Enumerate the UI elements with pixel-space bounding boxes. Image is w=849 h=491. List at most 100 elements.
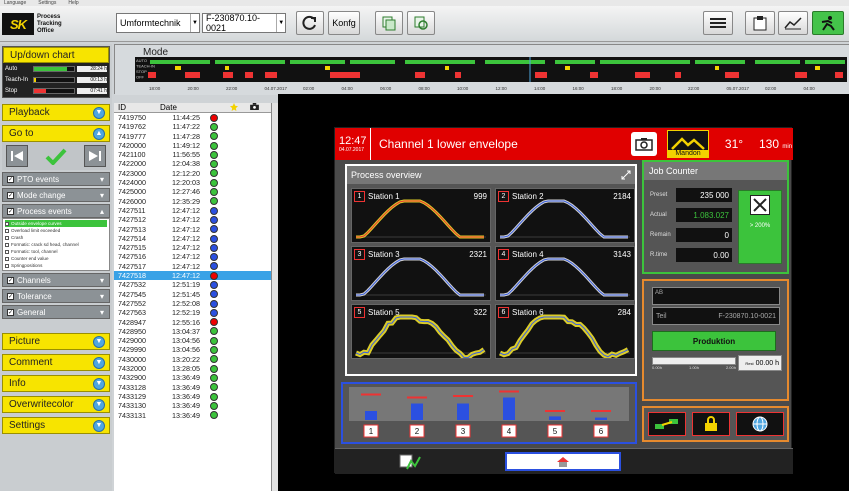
- station-chart[interactable]: 6 Station 6 284: [495, 304, 635, 359]
- table-row[interactable]: 7422000 12:04:38: [114, 159, 271, 168]
- checkbox[interactable]: [5, 229, 9, 233]
- table-row[interactable]: 7419750 11:44:25: [114, 113, 271, 122]
- export-button[interactable]: [407, 11, 435, 35]
- checkbox[interactable]: ✓: [7, 208, 14, 215]
- home-button[interactable]: [505, 452, 621, 471]
- machine-select[interactable]: Umformtechnik ▼: [116, 13, 200, 33]
- network-button[interactable]: [736, 412, 784, 436]
- table-row[interactable]: 7433129 13:36:49: [114, 392, 271, 401]
- table-row[interactable]: 7427545 12:51:45: [114, 290, 271, 299]
- process-event-item[interactable]: Counter end value: [5, 255, 107, 262]
- table-row[interactable]: 7419762 11:47:22: [114, 122, 271, 131]
- table-row[interactable]: 7433130 13:36:49: [114, 401, 271, 410]
- status-dot: [210, 411, 218, 419]
- table-row[interactable]: 7433128 13:36:49: [114, 383, 271, 392]
- process-event-item[interactable]: Formatic: crack sd head, channel: [5, 241, 107, 248]
- table-row[interactable]: 7427517 12:47:12: [114, 262, 271, 271]
- table-row[interactable]: 7429990 13:04:56: [114, 345, 271, 354]
- process-event-item[interactable]: Overload limit exceeded: [5, 227, 107, 234]
- operator-button[interactable]: [812, 11, 844, 35]
- panel-picture-button[interactable]: Picture ▼: [2, 333, 110, 350]
- column-header-id[interactable]: ID: [114, 103, 160, 112]
- checkbox[interactable]: [5, 250, 9, 254]
- table-row[interactable]: 7428947 12:55:16: [114, 318, 271, 327]
- table-row[interactable]: 7427511 12:47:12: [114, 206, 271, 215]
- filter-group[interactable]: ✓ Mode change ▾: [2, 188, 110, 202]
- table-row[interactable]: 7423000 12:12:20: [114, 169, 271, 178]
- config-button[interactable]: Konfg: [328, 11, 360, 35]
- checkbox[interactable]: [5, 264, 9, 268]
- next-button[interactable]: [84, 145, 106, 167]
- playback-button[interactable]: Playback ▼: [2, 104, 110, 121]
- table-row[interactable]: 7427552 12:52:08: [114, 299, 271, 308]
- production-button[interactable]: Produktion: [652, 331, 776, 351]
- table-row[interactable]: 7419777 11:47:28: [114, 132, 271, 141]
- table-row[interactable]: 7432900 13:36:49: [114, 373, 271, 382]
- station-chart[interactable]: 4 Station 4 3143: [495, 246, 635, 301]
- process-event-item[interactable]: Outside envelope curves: [5, 220, 107, 227]
- filter-group[interactable]: ✓ Process events ▴: [2, 204, 110, 218]
- copy-button[interactable]: [375, 11, 403, 35]
- process-event-item[interactable]: Formatic: tool, channel: [5, 248, 107, 255]
- filter-group[interactable]: ✓ General ▾: [2, 305, 110, 319]
- updown-chart-button[interactable]: Up/down chart: [3, 47, 109, 63]
- checkbox[interactable]: ✓: [7, 293, 14, 300]
- panel-overwritecolor-button[interactable]: Overwritecolor ▼: [2, 396, 110, 413]
- checkbox[interactable]: ✓: [7, 309, 14, 316]
- goto-button[interactable]: Go to ▲: [2, 125, 110, 142]
- camera-button[interactable]: [631, 132, 657, 156]
- table-row[interactable]: 7429000 13:04:56: [114, 336, 271, 345]
- lock-button[interactable]: [692, 412, 730, 436]
- table-row[interactable]: 7421100 11:56:55: [114, 150, 271, 159]
- table-row[interactable]: 7420000 11:49:12: [114, 141, 271, 150]
- panel-info-button[interactable]: Info ▼: [2, 375, 110, 392]
- part-select[interactable]: F-230870.10-0021 ▼: [202, 13, 286, 33]
- checkbox[interactable]: [5, 243, 9, 247]
- table-row[interactable]: 7427512 12:47:12: [114, 215, 271, 224]
- checkmark-icon[interactable]: [45, 147, 67, 165]
- expand-icon[interactable]: [621, 170, 631, 180]
- station-chart[interactable]: 2 Station 2 2184: [495, 188, 635, 243]
- station-chart[interactable]: 5 Station 5 322: [351, 304, 491, 359]
- station-chart[interactable]: 1 Station 1 999: [351, 188, 491, 243]
- panel-comment-button[interactable]: Comment ▼: [2, 354, 110, 371]
- checkbox[interactable]: [5, 236, 9, 240]
- process-event-item[interactable]: Crash: [5, 234, 107, 241]
- filter-group[interactable]: ✓ Tolerance ▾: [2, 289, 110, 303]
- filter-group[interactable]: ✓ PTO events ▾: [2, 172, 110, 186]
- checkbox[interactable]: ✓: [7, 192, 14, 199]
- previous-button[interactable]: [6, 145, 28, 167]
- mode-timeline[interactable]: ModeAUTOTEACH-INSTOPOFF 18:00 20:00 22:00 04…: [115, 45, 849, 95]
- checkbox[interactable]: ✓: [7, 176, 14, 183]
- table-row[interactable]: 7432000 13:28:05: [114, 364, 271, 373]
- table-row[interactable]: 7430000 13:20:22: [114, 355, 271, 364]
- table-row[interactable]: 7427514 12:47:12: [114, 234, 271, 243]
- panel-button-label: Picture: [9, 336, 40, 347]
- table-row[interactable]: 7427518 12:47:12: [114, 271, 271, 280]
- checkbox[interactable]: ✓: [7, 277, 14, 284]
- checkbox[interactable]: [5, 257, 9, 261]
- list-view-button[interactable]: [703, 11, 733, 35]
- table-row[interactable]: 7427516 12:47:12: [114, 252, 271, 261]
- chart-button[interactable]: [778, 11, 808, 35]
- job-counter-label: R.time: [650, 252, 667, 258]
- refresh-button[interactable]: [296, 11, 324, 35]
- station-chart[interactable]: 3 Station 3 2321: [351, 246, 491, 301]
- table-row[interactable]: 7427513 12:47:12: [114, 225, 271, 234]
- table-row[interactable]: 7424000 12:20:03: [114, 178, 271, 187]
- table-row[interactable]: 7433131 13:36:49: [114, 411, 271, 420]
- table-row[interactable]: 7427532 12:51:19: [114, 280, 271, 289]
- column-header-date[interactable]: Date: [160, 103, 204, 112]
- table-row[interactable]: 7427515 12:47:12: [114, 243, 271, 252]
- process-event-item[interactable]: Springpositions: [5, 262, 107, 269]
- checkbox[interactable]: [5, 222, 9, 226]
- tool-change-button[interactable]: [648, 412, 686, 436]
- panel-settings-button[interactable]: Settings ▼: [2, 417, 110, 434]
- table-row[interactable]: 7427563 12:52:19: [114, 308, 271, 317]
- table-row[interactable]: 7426000 12:35:29: [114, 197, 271, 206]
- clipboard-button[interactable]: [745, 11, 775, 35]
- table-row[interactable]: 7425000 12:27:46: [114, 187, 271, 196]
- filter-group[interactable]: ✓ Channels ▾: [2, 273, 110, 287]
- table-row[interactable]: 7428950 13:04:37: [114, 327, 271, 336]
- report-chart-icon[interactable]: [399, 453, 421, 471]
